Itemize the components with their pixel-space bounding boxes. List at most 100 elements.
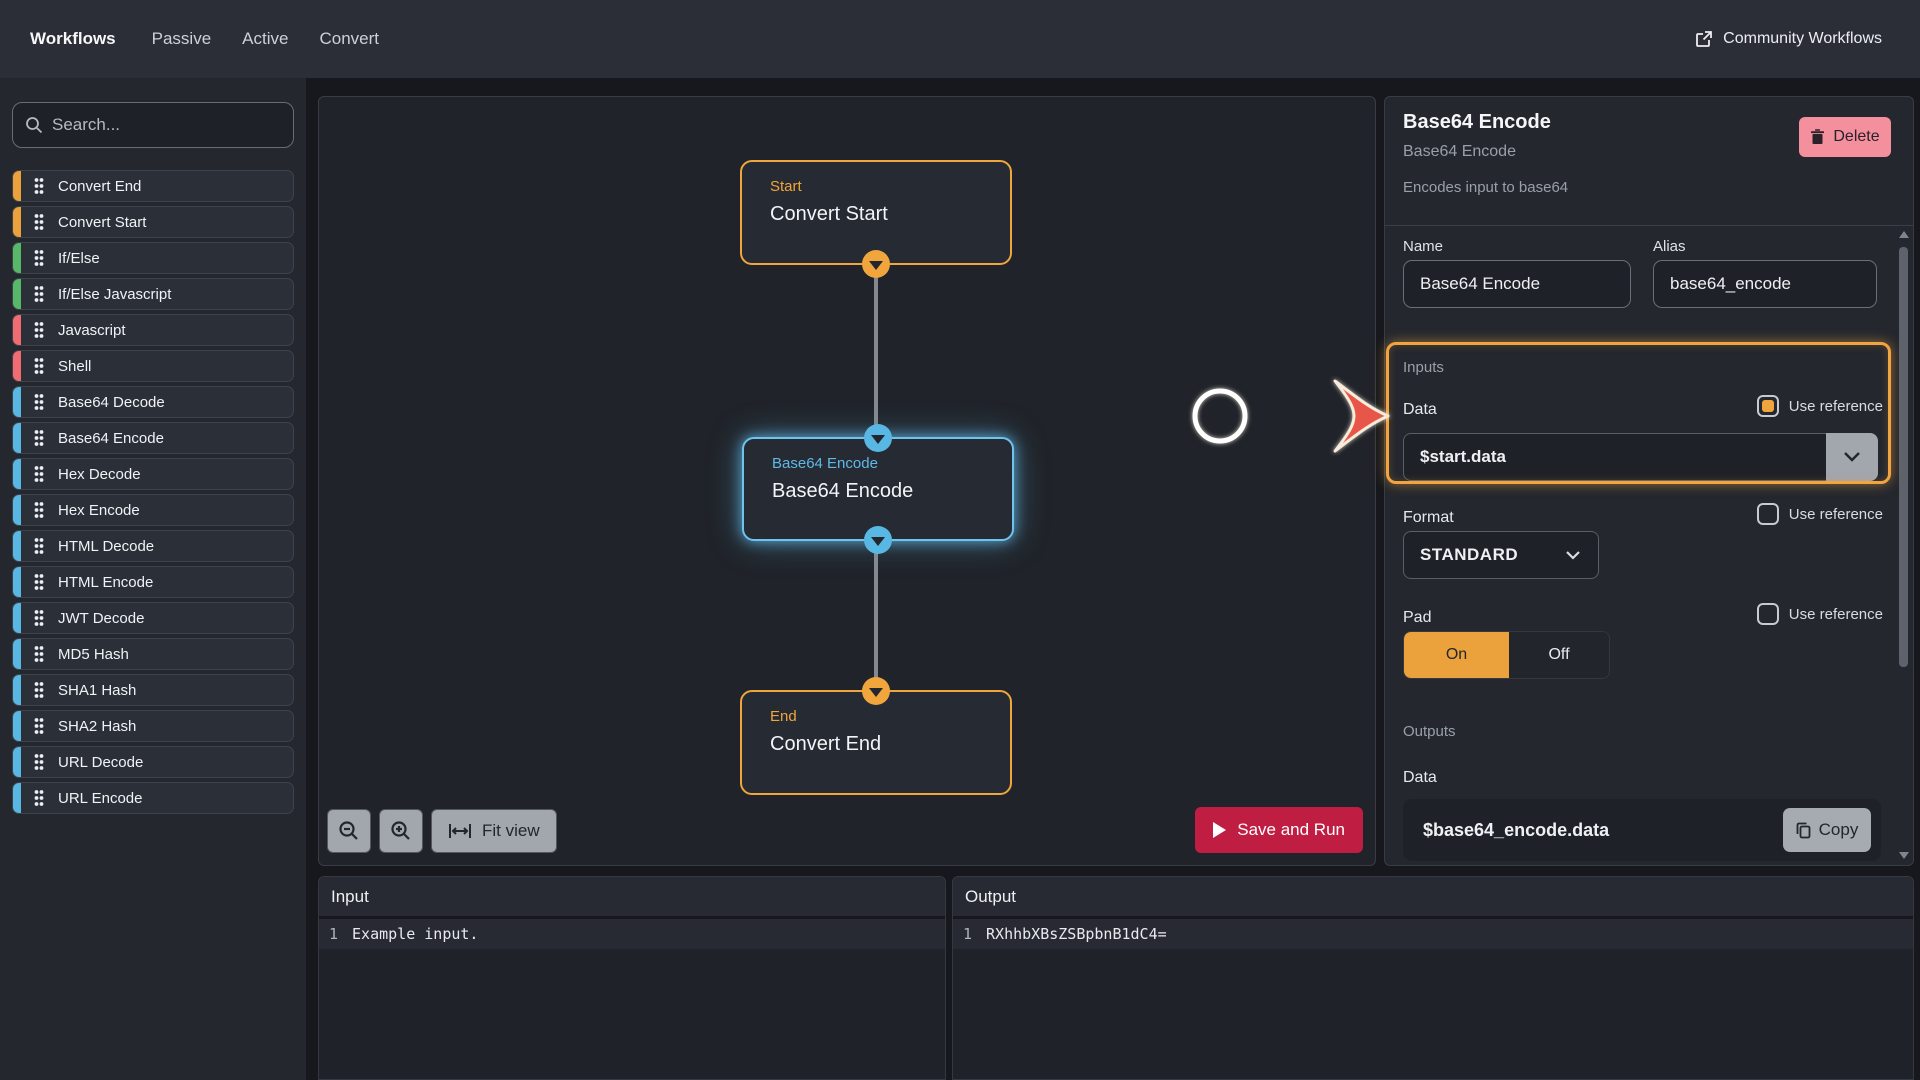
sidebar-item-javascript[interactable]: Javascript — [12, 314, 294, 346]
inspector-scrollbar — [1897, 229, 1911, 861]
pad-field-label: Pad — [1403, 609, 1432, 626]
zoom-out-button[interactable] — [327, 809, 371, 853]
node-label: Base64 Encode — [772, 480, 914, 502]
format-use-reference-checkbox[interactable] — [1756, 503, 1779, 525]
drag-handle-icon — [33, 717, 45, 735]
magnifier-plus-icon — [391, 821, 410, 840]
input-editor-content[interactable]: Example input. — [352, 925, 478, 943]
item-color-strip — [13, 207, 21, 237]
input-panel-title: Input — [331, 886, 369, 906]
sidebar-item-label: Convert End — [58, 177, 142, 195]
sidebar-item-label: Hex Decode — [58, 465, 141, 483]
workflow-canvas[interactable]: Start Convert Start Base64 Encode Base64… — [318, 96, 1376, 866]
sidebar-item-url-encode[interactable]: URL Encode — [12, 782, 294, 814]
copy-icon — [1796, 822, 1811, 838]
community-workflows-link[interactable]: Community Workflows — [1695, 30, 1882, 48]
sidebar-item-sha1-hash[interactable]: SHA1 Hash — [12, 674, 294, 706]
output-port-handle[interactable] — [862, 250, 890, 278]
nav-tab-active[interactable]: Active — [242, 29, 288, 49]
sidebar-item-convert-start[interactable]: Convert Start — [12, 206, 294, 238]
sidebar-item-label: SHA2 Hash — [58, 717, 137, 735]
sidebar-item-if-else-javascript[interactable]: If/Else Javascript — [12, 278, 294, 310]
drag-handle-icon — [33, 681, 45, 699]
scroll-down-arrow-icon[interactable] — [1899, 852, 1909, 859]
fit-view-button[interactable]: Fit view — [431, 809, 557, 853]
sidebar-item-if-else[interactable]: If/Else — [12, 242, 294, 274]
sidebar-item-shell[interactable]: Shell — [12, 350, 294, 382]
sidebar-item-label: Convert Start — [58, 213, 147, 231]
sidebar-item-url-decode[interactable]: URL Decode — [12, 746, 294, 778]
input-editor-line[interactable]: 1 Example input. — [319, 919, 945, 949]
drag-handle-icon — [33, 573, 45, 591]
input-port-handle[interactable] — [864, 424, 892, 452]
output-port-handle[interactable] — [864, 526, 892, 554]
drag-handle-icon — [33, 609, 45, 627]
search-input[interactable] — [52, 115, 262, 135]
save-and-run-button[interactable]: Save and Run — [1195, 807, 1363, 853]
name-input[interactable] — [1403, 260, 1631, 308]
output-editor-line[interactable]: 1 RXhhbXBsZSBpbnB1dC4= — [953, 919, 1913, 949]
delete-node-button[interactable]: Delete — [1799, 117, 1891, 157]
node-palette-sidebar: Convert End Convert Start If/Else If/Else J… — [0, 78, 306, 1080]
drag-handle-icon — [33, 537, 45, 555]
sidebar-item-base64-decode[interactable]: Base64 Decode — [12, 386, 294, 418]
nav-tab-convert[interactable]: Convert — [319, 29, 379, 49]
sidebar-item-sha2-hash[interactable]: SHA2 Hash — [12, 710, 294, 742]
pad-use-reference-checkbox[interactable] — [1756, 603, 1779, 625]
pad-off-button[interactable]: Off — [1509, 632, 1609, 678]
item-color-strip — [13, 747, 21, 777]
zoom-in-button[interactable] — [379, 809, 423, 853]
output-panel-header: Output — [953, 877, 1913, 919]
data-reference-select[interactable]: $start.data — [1403, 433, 1878, 481]
input-editor-area[interactable] — [319, 949, 945, 1078]
sidebar-item-html-encode[interactable]: HTML Encode — [12, 566, 294, 598]
format-use-reference: Use reference — [1756, 503, 1883, 525]
delete-label: Delete — [1833, 128, 1880, 145]
data-field-label: Data — [1403, 401, 1437, 418]
inspector-description: Encodes input to base64 — [1403, 179, 1569, 196]
scrollbar-thumb[interactable] — [1899, 247, 1908, 667]
data-use-reference-checkbox[interactable] — [1756, 395, 1779, 417]
scroll-up-arrow-icon[interactable] — [1899, 231, 1909, 238]
drag-handle-icon — [33, 393, 45, 411]
pad-on-button[interactable]: On — [1404, 632, 1509, 678]
copy-button[interactable]: Copy — [1783, 808, 1871, 852]
community-workflows-label: Community Workflows — [1723, 30, 1882, 47]
node-base64-encode[interactable]: Base64 Encode Base64 Encode — [742, 424, 1014, 554]
output-panel-title: Output — [965, 886, 1017, 906]
item-color-strip — [13, 423, 21, 453]
nav-tab-workflows[interactable]: Workflows — [30, 29, 116, 49]
sidebar-item-hex-encode[interactable]: Hex Encode — [12, 494, 294, 526]
sidebar-item-jwt-decode[interactable]: JWT Decode — [12, 602, 294, 634]
alias-input[interactable] — [1653, 260, 1877, 308]
node-type-title: End — [770, 708, 797, 725]
sidebar-item-html-decode[interactable]: HTML Decode — [12, 530, 294, 562]
sidebar-node-list: Convert End Convert Start If/Else If/Else J… — [12, 170, 294, 818]
input-panel-header: Input — [319, 877, 945, 919]
node-label: Convert Start — [770, 203, 888, 225]
format-select[interactable]: STANDARD — [1403, 531, 1599, 579]
node-convert-end[interactable]: End Convert End — [740, 677, 1012, 795]
chevron-down-handle-icon — [869, 261, 883, 270]
sidebar-item-convert-end[interactable]: Convert End — [12, 170, 294, 202]
drag-handle-icon — [33, 321, 45, 339]
edge-connector — [874, 265, 878, 441]
top-navigation: Workflows Passive Active Convert Communi… — [0, 0, 1920, 78]
nav-tab-passive[interactable]: Passive — [152, 29, 212, 49]
data-select-dropdown-button[interactable] — [1826, 433, 1878, 481]
sidebar-item-hex-decode[interactable]: Hex Decode — [12, 458, 294, 490]
chevron-down-handle-icon — [871, 435, 885, 444]
sidebar-item-md5-hash[interactable]: MD5 Hash — [12, 638, 294, 670]
sidebar-item-label: JWT Decode — [58, 609, 145, 627]
node-convert-start[interactable]: Start Convert Start — [740, 160, 1012, 278]
fit-width-icon — [449, 824, 471, 838]
input-port-handle[interactable] — [862, 677, 890, 705]
sidebar-item-base64-encode[interactable]: Base64 Encode — [12, 422, 294, 454]
drag-handle-icon — [33, 501, 45, 519]
output-data-label: Data — [1403, 769, 1437, 786]
outputs-section-label: Outputs — [1403, 723, 1456, 740]
inspector-title: Base64 Encode — [1403, 111, 1551, 133]
drag-handle-icon — [33, 213, 45, 231]
sidebar-item-label: URL Decode — [58, 753, 144, 771]
search-box[interactable] — [12, 102, 294, 148]
